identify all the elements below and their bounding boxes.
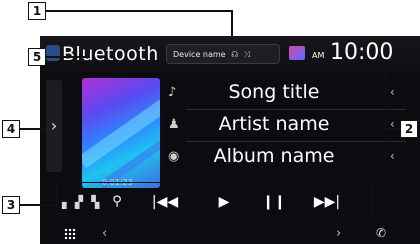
- chevron-right-icon: ›: [50, 116, 58, 135]
- device-name: Device name: [173, 50, 226, 59]
- chevron-left-icon[interactable]: ‹: [102, 226, 107, 241]
- am-label: AM: [312, 51, 325, 60]
- chevron-left-icon: ‹: [390, 85, 395, 99]
- bluetooth-source-icon[interactable]: [46, 45, 60, 61]
- album-artwork[interactable]: [82, 78, 160, 188]
- phone-icon[interactable]: ✆: [376, 226, 386, 240]
- callout-1: 1: [28, 2, 46, 20]
- bottom-bar: ‹ › ✆: [40, 226, 420, 244]
- handsfree-icon: ☊: [231, 50, 239, 59]
- shuffle-icon: ⤨: [243, 50, 251, 59]
- chevron-left-icon: ‹: [390, 149, 395, 163]
- menu-grid-icon[interactable]: [64, 228, 76, 240]
- chevron-right-icon[interactable]: ›: [336, 226, 341, 241]
- clock: 10:00: [330, 40, 394, 65]
- callout-4: 4: [2, 120, 20, 138]
- callout-2: 2: [400, 120, 418, 138]
- music-app-icon[interactable]: [289, 46, 305, 60]
- device-name-pill[interactable]: Device name ☊ ⤨: [166, 44, 280, 64]
- status-bar: Bluetooth Device name ☊ ⤨ AM 10:00: [40, 36, 420, 72]
- source-title[interactable]: Bluetooth: [62, 43, 159, 65]
- callout-5: 5: [28, 48, 46, 66]
- callout-3: 3: [2, 196, 20, 214]
- side-panel-tab[interactable]: ›: [46, 80, 62, 172]
